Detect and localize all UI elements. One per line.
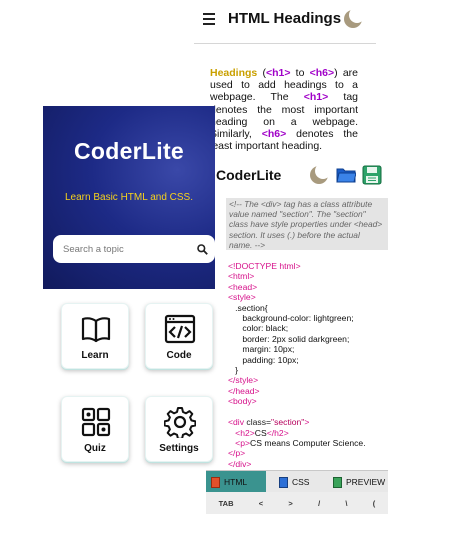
- settings-label: Settings: [159, 443, 199, 454]
- book-icon: [81, 317, 111, 343]
- tab-html[interactable]: HTML: [206, 471, 266, 493]
- preview-file-icon: [333, 476, 342, 488]
- editor-title: CoderLite: [216, 167, 282, 183]
- tab-preview[interactable]: PREVIEW: [328, 471, 388, 493]
- editor-tab-bar: HTML CSS PREVIEW: [206, 470, 388, 493]
- moon-icon[interactable]: [344, 7, 365, 28]
- home-screen: CoderLite Learn Basic HTML and CSS. Lear…: [43, 106, 215, 468]
- article-top-bar: HTML Headings: [194, 0, 376, 44]
- settings-tile[interactable]: Settings: [145, 396, 213, 462]
- key-paren[interactable]: (: [373, 499, 376, 508]
- app-tagline: Learn Basic HTML and CSS.: [64, 192, 194, 203]
- tag-h6: <h6>: [309, 67, 335, 79]
- headings-article-screen: HTML Headings Headings (<h1> to <h6>) ar…: [194, 0, 376, 170]
- article-title: HTML Headings: [228, 10, 342, 27]
- grid-icon: [81, 407, 111, 437]
- symbol-key-row: TAB < > / \ (: [206, 492, 388, 514]
- key-less-than[interactable]: <: [259, 499, 263, 508]
- css-file-icon: [279, 476, 288, 488]
- html-file-icon: [211, 476, 220, 488]
- article-body: Headings (<h1> to <h6>) are used to add …: [210, 67, 359, 153]
- search-input[interactable]: [63, 242, 191, 256]
- key-slash[interactable]: /: [318, 499, 320, 508]
- app-brand: CoderLite: [73, 138, 185, 164]
- code-editor-screen: CoderLite <!-- The <div> tag has a class…: [206, 158, 388, 514]
- code-label: Code: [166, 350, 192, 361]
- quiz-tile[interactable]: Quiz: [61, 396, 129, 462]
- keyword-headings: Headings: [210, 67, 258, 79]
- quiz-label: Quiz: [84, 443, 106, 454]
- key-backslash[interactable]: \: [345, 499, 347, 508]
- moon-icon[interactable]: [310, 163, 331, 184]
- floppy-icon[interactable]: [362, 165, 382, 185]
- editor-header: CoderLite: [206, 158, 388, 196]
- search-box[interactable]: [53, 235, 215, 263]
- search-icon[interactable]: [197, 244, 208, 255]
- learn-tile[interactable]: Learn: [61, 303, 129, 369]
- folder-icon[interactable]: [336, 166, 356, 183]
- code-comment[interactable]: <!-- The <div> tag has a class attribute…: [226, 198, 388, 250]
- key-tab[interactable]: TAB: [219, 499, 234, 508]
- code-tile[interactable]: Code: [145, 303, 213, 369]
- hamburger-icon[interactable]: [203, 13, 215, 25]
- code-window-icon: [164, 314, 196, 344]
- key-greater-than[interactable]: >: [288, 499, 292, 508]
- gear-icon: [164, 407, 196, 438]
- code-area[interactable]: <!DOCTYPE html> <html> <head> <style> .s…: [228, 261, 388, 469]
- learn-label: Learn: [81, 350, 109, 361]
- hero-banner: CoderLite Learn Basic HTML and CSS.: [43, 106, 215, 289]
- tab-css[interactable]: CSS: [274, 471, 326, 493]
- tag-h1: <h1>: [265, 67, 291, 79]
